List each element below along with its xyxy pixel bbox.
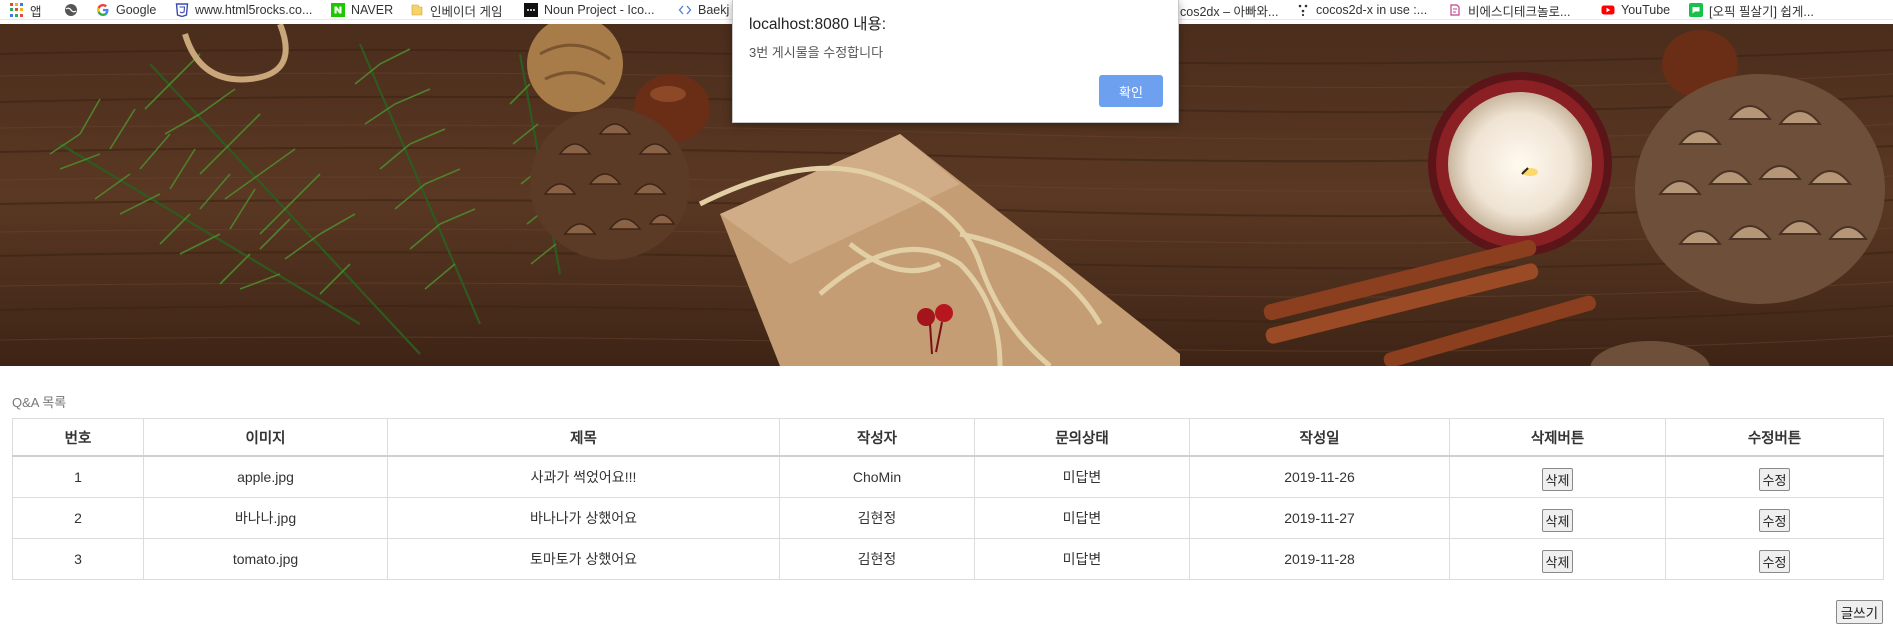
google-icon (97, 4, 109, 16)
bookmark-label: 앱 (30, 4, 42, 19)
bookmark-naver[interactable]: NAVER (331, 0, 394, 19)
cell-delete: 삭제 (1449, 455, 1666, 498)
cell-image: tomato.jpg (143, 538, 388, 580)
cell-delete: 삭제 (1449, 497, 1666, 539)
bookmark-label: Baekj (698, 3, 730, 17)
cocos-icon (1298, 4, 1308, 17)
bookmark-label: [오픽 필살기] 쉽게... (1709, 4, 1814, 19)
header-delete: 삭제버튼 (1449, 418, 1666, 457)
naver-icon (331, 3, 345, 17)
bookmark-label: Noun Project - Ico... (544, 3, 655, 17)
bookmark-google[interactable]: Google (96, 0, 157, 19)
cell-date: 2019-11-26 (1189, 455, 1450, 498)
bookmark-apps[interactable]: 앱 (10, 0, 42, 19)
edit-button[interactable]: 수정 (1758, 508, 1791, 532)
cell-number: 1 (12, 455, 144, 498)
cell-title[interactable]: 사과가 썩었어요!!! (387, 455, 780, 498)
cell-edit: 수정 (1665, 497, 1884, 539)
dialog-title: localhost:8080 내용: (749, 16, 887, 33)
table-row: 3 tomato.jpg 토마토가 상했어요 김현정 미답변 2019-11-2… (12, 538, 1884, 580)
cell-number: 3 (12, 538, 144, 580)
edit-button[interactable]: 수정 (1758, 549, 1791, 573)
bookmark-bsd[interactable]: 비에스디테크놀로... (1448, 0, 1571, 19)
delete-button[interactable]: 삭제 (1541, 508, 1574, 532)
cell-author: 김현정 (779, 538, 975, 580)
bookmark-label: www.html5rocks.co... (195, 3, 313, 17)
bookmark-cocos2dx-in-use[interactable]: cocos2d-x in use :... (1296, 0, 1428, 19)
table-row: 1 apple.jpg 사과가 썩었어요!!! ChoMin 미답변 2019-… (12, 455, 1884, 498)
cell-title[interactable]: 바나나가 상했어요 (387, 497, 780, 539)
bookmark-label: cos2dx – 아빠와... (1180, 4, 1279, 19)
bookmark-youtube[interactable]: YouTube (1601, 0, 1671, 19)
code-icon (678, 5, 692, 15)
bookmark-label: YouTube (1621, 3, 1671, 17)
cell-image: apple.jpg (143, 455, 388, 498)
bookmark-label: NAVER (351, 3, 394, 17)
bookmark-baekjoon[interactable]: Baekj (678, 0, 730, 19)
dialog-ok-button[interactable]: 확인 (1099, 75, 1163, 107)
cell-author: 김현정 (779, 497, 975, 539)
cell-image: 바나나.jpg (143, 497, 388, 539)
section-title: Q&A 목록 (12, 395, 67, 410)
cell-author: ChoMin (779, 455, 975, 498)
youtube-icon (1601, 5, 1615, 15)
header-title: 제목 (387, 418, 780, 457)
write-button[interactable]: 글쓰기 (1835, 600, 1883, 624)
bookmark-opic[interactable]: [오픽 필살기] 쉽게... (1689, 0, 1814, 19)
header-edit: 수정버튼 (1665, 418, 1884, 457)
cell-date: 2019-11-27 (1189, 497, 1450, 539)
cell-status: 미답변 (974, 538, 1190, 580)
bookmark-html5rocks[interactable]: www.html5rocks.co... (175, 0, 313, 19)
cell-date: 2019-11-28 (1189, 538, 1450, 580)
cell-title[interactable]: 토마토가 상했어요 (387, 538, 780, 580)
cell-edit: 수정 (1665, 538, 1884, 580)
cell-status: 미답변 (974, 455, 1190, 498)
folder-icon (411, 4, 423, 16)
bookmark-cocos2dx-blog[interactable]: cos2dx – 아빠와... (1180, 0, 1279, 19)
delete-button[interactable]: 삭제 (1541, 467, 1574, 491)
globe-icon (65, 4, 77, 16)
dialog-message: 3번 게시물을 수정합니다 (749, 45, 884, 60)
bookmark-globe[interactable] (64, 0, 78, 19)
bookmark-invader-folder[interactable]: 인베이더 게임 (410, 0, 503, 19)
html5-icon (175, 3, 189, 17)
delete-button[interactable]: 삭제 (1541, 549, 1574, 573)
opic-icon (1689, 3, 1703, 17)
qa-table: 번호 이미지 제목 작성자 문의상태 작성일 삭제버튼 수정버튼 1 apple… (12, 418, 1884, 580)
bsd-icon (1450, 4, 1460, 16)
header-date: 작성일 (1189, 418, 1450, 457)
bookmark-label: cocos2d-x in use :... (1316, 3, 1428, 17)
bookmark-label: 인베이더 게임 (430, 4, 503, 19)
header-image: 이미지 (143, 418, 388, 457)
apps-grid-icon (10, 3, 24, 17)
edit-button[interactable]: 수정 (1758, 467, 1791, 491)
cell-edit: 수정 (1665, 455, 1884, 498)
header-number: 번호 (12, 418, 144, 457)
header-status: 문의상태 (974, 418, 1190, 457)
bookmark-noun-project[interactable]: Noun Project - Ico... (524, 0, 655, 19)
cell-delete: 삭제 (1449, 538, 1666, 580)
cell-number: 2 (12, 497, 144, 539)
table-header-row: 번호 이미지 제목 작성자 문의상태 작성일 삭제버튼 수정버튼 (12, 418, 1884, 457)
noun-project-icon (524, 3, 538, 17)
cell-status: 미답변 (974, 497, 1190, 539)
table-row: 2 바나나.jpg 바나나가 상했어요 김현정 미답변 2019-11-27 삭… (12, 497, 1884, 539)
bookmark-label: Google (116, 3, 157, 17)
alert-dialog: localhost:8080 내용: 3번 게시물을 수정합니다 확인 (732, 0, 1179, 123)
header-author: 작성자 (779, 418, 975, 457)
bookmark-label: 비에스디테크놀로... (1468, 4, 1571, 19)
